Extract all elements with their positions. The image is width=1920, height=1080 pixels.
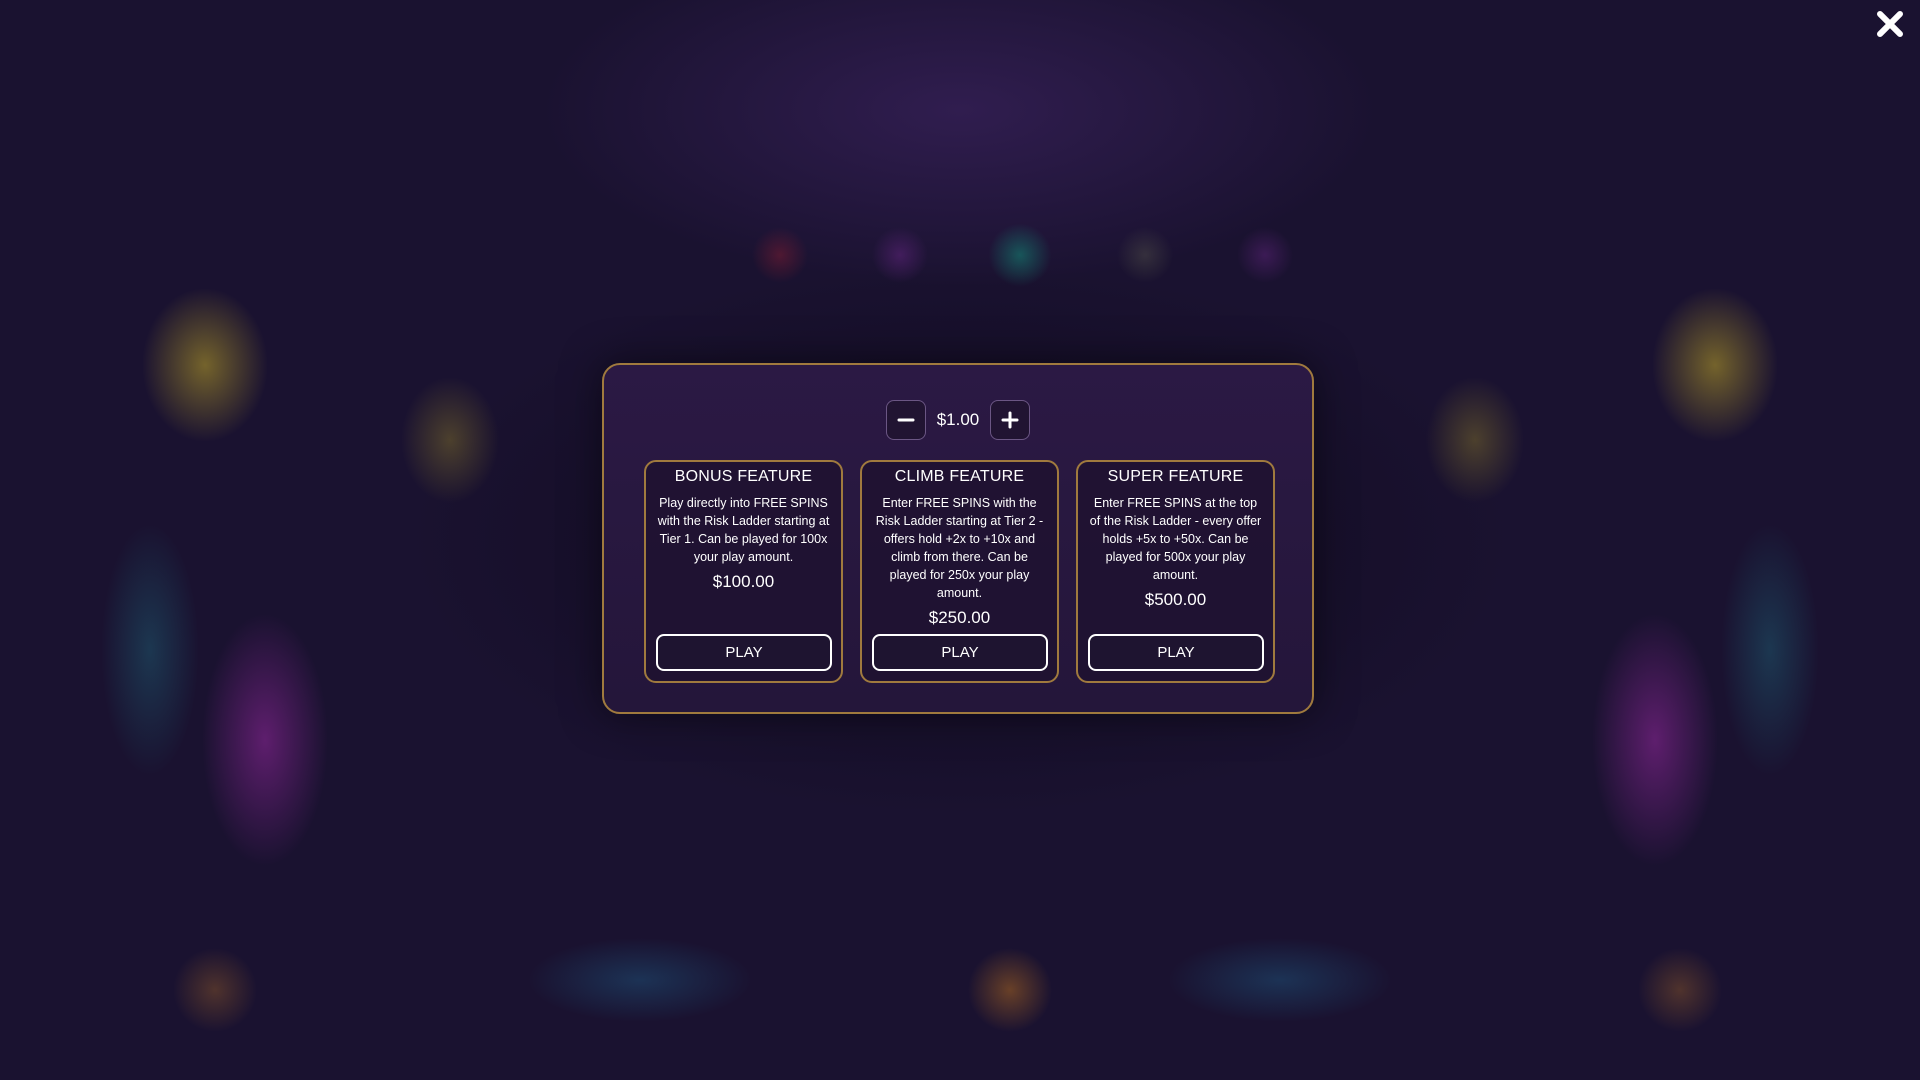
climb-feature-play-button[interactable]: PLAY [872,634,1048,671]
feature-cards: BONUS FEATURE Play directly into FREE SP… [644,460,1275,683]
stake-value: $1.00 [936,410,980,429]
bonus-feature-play-button[interactable]: PLAY [656,634,832,671]
climb-feature-card: CLIMB FEATURE Enter FREE SPINS with the … [860,460,1059,683]
plus-icon [1001,411,1019,429]
stake-selector: $1.00 [604,400,1312,440]
close-button[interactable] [1874,8,1906,40]
card-description: Enter FREE SPINS at the top of the Risk … [1089,496,1262,582]
card-price: $100.00 [712,572,775,591]
super-feature-play-button[interactable]: PLAY [1088,634,1264,671]
feature-buy-modal: $1.00 BONUS FEATURE Play directly into F… [602,363,1314,714]
card-description: Play directly into FREE SPINS with the R… [657,496,830,564]
card-title: BONUS FEATURE [674,468,813,485]
close-icon [1877,11,1903,37]
card-price: $500.00 [1144,590,1207,609]
decrease-stake-button[interactable] [886,400,926,440]
super-feature-card: SUPER FEATURE Enter FREE SPINS at the to… [1076,460,1275,683]
bonus-feature-card: BONUS FEATURE Play directly into FREE SP… [644,460,843,683]
card-title: SUPER FEATURE [1107,468,1244,485]
card-title: CLIMB FEATURE [894,468,1025,485]
increase-stake-button[interactable] [990,400,1030,440]
card-description: Enter FREE SPINS with the Risk Ladder st… [875,496,1044,600]
card-price: $250.00 [928,608,991,627]
minus-icon [897,418,915,422]
